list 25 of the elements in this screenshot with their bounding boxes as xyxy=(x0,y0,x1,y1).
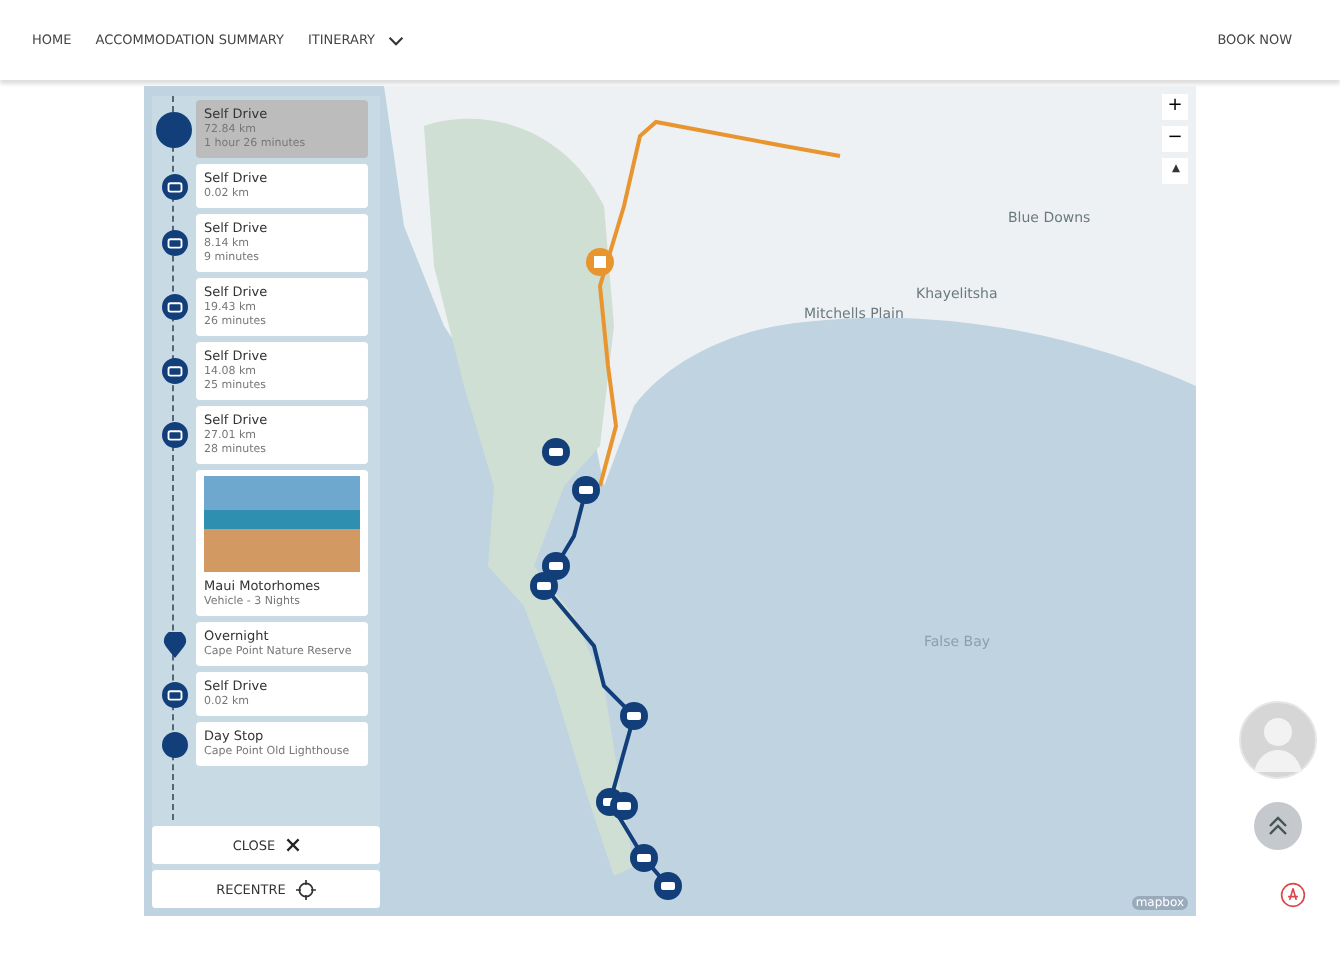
pdf-icon[interactable] xyxy=(1279,882,1305,908)
map-marker-icon xyxy=(530,572,558,600)
map-marker-icon xyxy=(620,702,648,730)
map-marker-icon xyxy=(610,792,638,820)
compass-icon xyxy=(1171,164,1179,178)
car-icon xyxy=(161,173,187,199)
zoom-in-button[interactable]: + xyxy=(1162,94,1188,120)
car-icon xyxy=(161,230,187,256)
scroll-top-button[interactable] xyxy=(1254,802,1302,850)
compass-button[interactable] xyxy=(1162,158,1188,184)
car-icon xyxy=(161,681,187,707)
close-icon xyxy=(285,838,300,852)
car-icon xyxy=(161,294,187,320)
map-pin-icon xyxy=(161,631,187,657)
circle-icon xyxy=(156,111,192,147)
dot-icon xyxy=(161,731,187,757)
map-marker-icon xyxy=(586,248,614,276)
map-marker-icon xyxy=(572,476,600,504)
car-icon xyxy=(161,358,187,384)
map-marker-icon xyxy=(630,844,658,872)
map-marker-icon xyxy=(654,872,682,900)
crosshair-icon xyxy=(295,879,316,899)
car-icon xyxy=(161,422,187,448)
map-marker-icon xyxy=(542,438,570,466)
zoom-out-button[interactable]: − xyxy=(1162,126,1188,152)
